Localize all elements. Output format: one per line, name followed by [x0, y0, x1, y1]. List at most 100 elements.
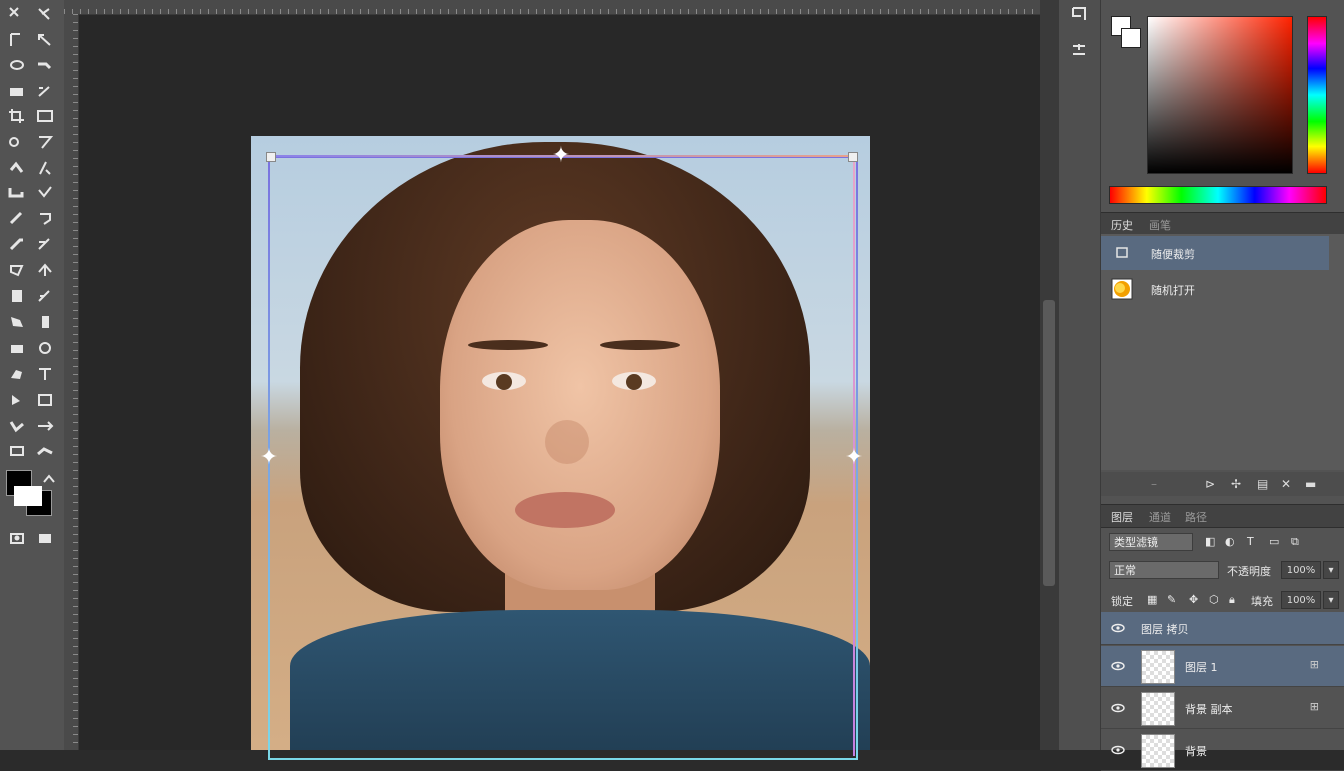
layer-row[interactable]: 背景 副本 ⊞: [1101, 688, 1344, 729]
layer-name[interactable]: 图层 1: [1185, 659, 1218, 675]
hand-tool-icon[interactable]: [6, 416, 28, 436]
lock-label: 锁定: [1111, 595, 1133, 608]
pen-tool-icon[interactable]: [6, 364, 28, 384]
eyedropper-tool-icon[interactable]: [6, 132, 28, 152]
history-item[interactable]: 随便裁剪: [1101, 236, 1329, 270]
history-panel-icon[interactable]: [1065, 0, 1093, 28]
shape-filter-icon[interactable]: ▭: [1269, 535, 1279, 548]
history-brush-icon[interactable]: [6, 234, 28, 254]
visibility-eye-icon[interactable]: [1111, 701, 1125, 715]
screen-mode-icon[interactable]: [34, 528, 56, 548]
dodge-tool-icon[interactable]: [6, 338, 28, 358]
lock-transparent-icon[interactable]: ▦: [1147, 593, 1157, 606]
scrollbar-thumb[interactable]: [1043, 300, 1055, 586]
rotate-view-tool-icon[interactable]: [34, 416, 56, 436]
extra-tools-icon[interactable]: [34, 442, 56, 462]
move-tool-icon[interactable]: [6, 4, 28, 24]
type-filter-icon[interactable]: T: [1247, 535, 1254, 548]
brush-tool-icon[interactable]: [6, 182, 28, 202]
color-spectrum-bar[interactable]: [1109, 186, 1327, 204]
paint-bucket-icon[interactable]: [34, 286, 56, 306]
new-snapshot-icon[interactable]: ✢: [1231, 477, 1241, 491]
selection-arrow-icon[interactable]: [34, 30, 56, 50]
fill-dropdown-icon[interactable]: ▾: [1323, 591, 1339, 609]
quick-selection-icon[interactable]: [34, 82, 56, 102]
type-tool-icon[interactable]: [34, 364, 56, 384]
pixel-filter-icon[interactable]: ◧: [1205, 535, 1215, 548]
tab-channels[interactable]: 通道: [1149, 509, 1171, 525]
healing-brush-icon[interactable]: [6, 158, 28, 178]
burn-tool-icon[interactable]: [34, 338, 56, 358]
background-eraser-icon[interactable]: [34, 260, 56, 280]
gradient-tool-icon[interactable]: [6, 286, 28, 306]
visibility-eye-icon[interactable]: [1111, 621, 1125, 635]
slice-tool-icon[interactable]: [34, 106, 56, 126]
right-panels: 历史 画笔 随便裁剪 随机打开 – ⊳ ✢ ▤ ✕ ▬ 图层 通道 路径 类型滤…: [1100, 0, 1344, 771]
toolbox: [0, 0, 64, 750]
magic-wand-tool-icon[interactable]: [6, 82, 28, 102]
sharpen-tool-icon[interactable]: [34, 312, 56, 332]
menu-icon[interactable]: ▬: [1305, 477, 1316, 491]
history-item-label: 随机打开: [1151, 284, 1195, 297]
adjustment-filter-icon[interactable]: ◐: [1225, 535, 1235, 548]
opacity-dropdown-icon[interactable]: ▾: [1323, 561, 1339, 579]
lock-all-icon[interactable]: 🔒︎: [1229, 593, 1235, 607]
transform-handle-top-right[interactable]: [848, 152, 858, 162]
trash-icon[interactable]: ▤: [1257, 477, 1268, 491]
fill-label: 填充: [1251, 595, 1273, 608]
lock-pixels-icon[interactable]: ✎: [1167, 593, 1176, 606]
hue-slider[interactable]: [1307, 16, 1327, 174]
layer-name[interactable]: 背景 副本: [1185, 701, 1233, 717]
magnetic-lasso-icon[interactable]: [34, 56, 56, 76]
lasso-tool-icon[interactable]: [6, 56, 28, 76]
snapshot-icon: [1111, 278, 1133, 300]
transform-handle-top-left[interactable]: [266, 152, 276, 162]
pencil-tool-icon[interactable]: [34, 182, 56, 202]
transform-bounding-box[interactable]: [268, 156, 858, 760]
marquee-tool-icon[interactable]: [6, 30, 28, 50]
swap-colors-icon[interactable]: [38, 470, 60, 490]
layer-link-icon: ⊞: [1309, 658, 1319, 671]
layer-row[interactable]: 背景: [1101, 730, 1344, 771]
layer-name[interactable]: 图层 拷贝: [1141, 621, 1189, 637]
visibility-eye-icon[interactable]: [1111, 743, 1125, 757]
quick-mask-icon[interactable]: [6, 528, 28, 548]
lock-position-icon[interactable]: ✥: [1189, 593, 1198, 606]
patch-tool-icon[interactable]: [34, 158, 56, 178]
blend-mode-select[interactable]: 正常: [1109, 561, 1219, 579]
path-selection-icon[interactable]: [6, 390, 28, 410]
blur-tool-icon[interactable]: [6, 312, 28, 332]
tab-history[interactable]: 历史: [1111, 217, 1133, 233]
tab-paths[interactable]: 路径: [1185, 509, 1207, 525]
opacity-input[interactable]: 100%: [1281, 561, 1321, 579]
layer-row[interactable]: 图层 拷贝: [1101, 612, 1344, 645]
color-panel-background[interactable]: [1121, 28, 1141, 48]
layer-row[interactable]: 图层 1 ⊞: [1101, 646, 1344, 687]
tab-layers[interactable]: 图层: [1111, 509, 1133, 525]
color-picker-field[interactable]: [1147, 16, 1293, 174]
eraser-tool-icon[interactable]: [6, 260, 28, 280]
history-item[interactable]: 随机打开: [1101, 272, 1329, 306]
visibility-eye-icon[interactable]: [1111, 659, 1125, 673]
zoom-tool-icon[interactable]: [6, 442, 28, 462]
smart-object-filter-icon[interactable]: ⧉: [1291, 535, 1299, 549]
blend-row: 正常 不透明度 100% ▾: [1101, 558, 1344, 582]
art-history-brush-icon[interactable]: [34, 234, 56, 254]
tab-brush[interactable]: 画笔: [1149, 217, 1171, 233]
crop-tool-icon[interactable]: [6, 106, 28, 126]
clone-stamp-icon[interactable]: [6, 208, 28, 228]
pattern-stamp-icon[interactable]: [34, 208, 56, 228]
new-document-from-state-icon[interactable]: ⊳: [1205, 477, 1215, 491]
actions-panel-icon[interactable]: [1065, 36, 1093, 64]
layer-name[interactable]: 背景: [1185, 743, 1207, 759]
close-icon[interactable]: ✕: [1281, 477, 1291, 491]
shape-tool-icon[interactable]: [34, 390, 56, 410]
lock-artboard-icon[interactable]: ⬡: [1209, 593, 1219, 606]
ruler-tool-icon[interactable]: [34, 132, 56, 152]
fill-input[interactable]: 100%: [1281, 591, 1321, 609]
transform-handle-middle-left[interactable]: ✦: [258, 447, 280, 469]
transform-handle-middle-right[interactable]: ✦: [843, 447, 865, 469]
rotate-view-icon[interactable]: [34, 4, 56, 24]
layer-kind-filter[interactable]: 类型滤镜: [1109, 533, 1193, 551]
transform-handle-top-center[interactable]: ✦: [550, 145, 572, 167]
